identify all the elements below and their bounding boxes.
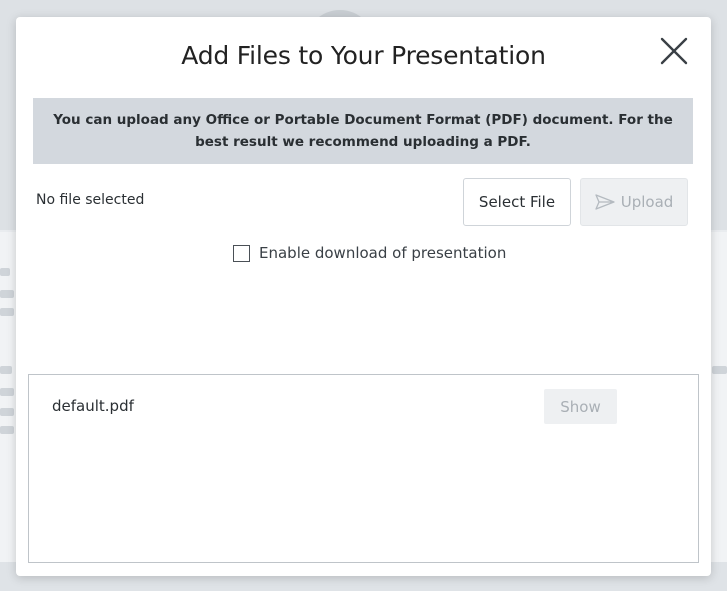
upload-label: Upload <box>620 193 674 211</box>
show-button[interactable]: Show <box>544 389 617 424</box>
dialog-title: Add Files to Your Presentation <box>181 41 546 70</box>
enable-download-checkbox[interactable] <box>233 244 250 262</box>
info-banner: You can upload any Office or Portable Do… <box>33 98 693 164</box>
close-button[interactable] <box>656 33 692 69</box>
file-name: default.pdf <box>52 397 134 415</box>
enable-download-option[interactable]: Enable download of presentation <box>233 243 506 263</box>
select-file-label: Select File <box>478 193 556 211</box>
file-status: No file selected <box>36 192 145 208</box>
close-icon <box>660 37 688 65</box>
upload-button[interactable]: Upload <box>580 178 688 226</box>
enable-download-label[interactable]: Enable download of presentation <box>259 244 506 262</box>
file-list: default.pdf Show <box>28 374 699 563</box>
select-file-button[interactable]: Select File <box>463 178 571 226</box>
add-files-dialog: Add Files to Your Presentation You can u… <box>16 17 711 576</box>
send-icon <box>595 194 615 210</box>
